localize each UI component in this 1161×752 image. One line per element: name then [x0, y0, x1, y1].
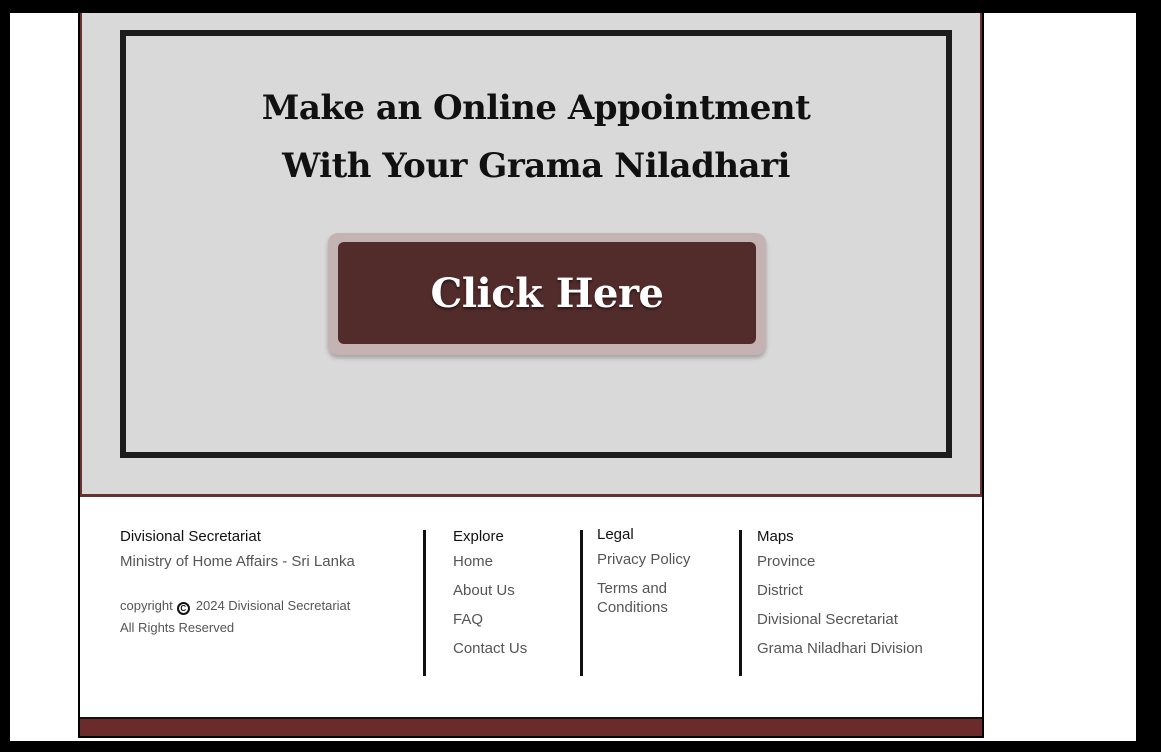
legal-title: Legal	[597, 526, 634, 543]
cta-button-wrapper: Click Here	[328, 233, 766, 355]
copyright-text: 2024 Divisional Secretariat	[195, 598, 351, 613]
hero-frame: Make an Online Appointment With Your Gra…	[120, 30, 952, 458]
hero-title-line1: Make an Online Appointment	[261, 88, 811, 128]
footer-explore: Explore Home About Us FAQ Contact Us	[453, 527, 573, 668]
footer-maps: Maps Province District Divisional Secret…	[757, 527, 957, 668]
footer-legal: Legal Privacy Policy Terms and Condition…	[597, 525, 717, 627]
main-content: Make an Online Appointment With Your Gra…	[78, 13, 984, 738]
footer-bottom-bar	[80, 717, 982, 736]
rights-text: All Rights Reserved	[120, 620, 235, 635]
footer-link-contact-us[interactable]: Contact Us	[453, 639, 573, 658]
copyright-line: copyright C 2024 Divisional Secretariat	[120, 595, 410, 617]
footer-link-about-us[interactable]: About Us	[453, 581, 573, 600]
org-name: Divisional Secretariat	[120, 528, 261, 545]
copyright-icon: C	[176, 602, 190, 615]
footer-divider	[423, 530, 426, 676]
explore-title: Explore	[453, 528, 504, 545]
footer-link-district[interactable]: District	[757, 581, 957, 600]
footer-link-divisional-secretariat[interactable]: Divisional Secretariat	[757, 610, 957, 629]
footer-link-home[interactable]: Home	[453, 552, 573, 571]
appointment-hero: Make an Online Appointment With Your Gra…	[80, 13, 982, 497]
footer-divider	[580, 530, 583, 676]
hero-title-line2: With Your Grama Niladhari	[282, 146, 790, 186]
footer-link-privacy-policy[interactable]: Privacy Policy	[597, 550, 717, 569]
copyright-prefix: copyright	[120, 598, 173, 613]
footer-link-province[interactable]: Province	[757, 552, 957, 571]
ministry-name: Ministry of Home Affairs - Sri Lanka	[120, 553, 355, 570]
maps-title: Maps	[757, 528, 794, 545]
click-here-button[interactable]: Click Here	[338, 242, 756, 344]
footer-divider	[739, 530, 742, 676]
footer: Divisional Secretariat Ministry of Home …	[80, 497, 982, 717]
footer-link-terms[interactable]: Terms and Conditions	[597, 579, 687, 617]
footer-link-faq[interactable]: FAQ	[453, 610, 573, 629]
footer-org: Divisional Secretariat Ministry of Home …	[120, 527, 410, 639]
footer-link-grama-niladhari-division[interactable]: Grama Niladhari Division	[757, 639, 957, 658]
